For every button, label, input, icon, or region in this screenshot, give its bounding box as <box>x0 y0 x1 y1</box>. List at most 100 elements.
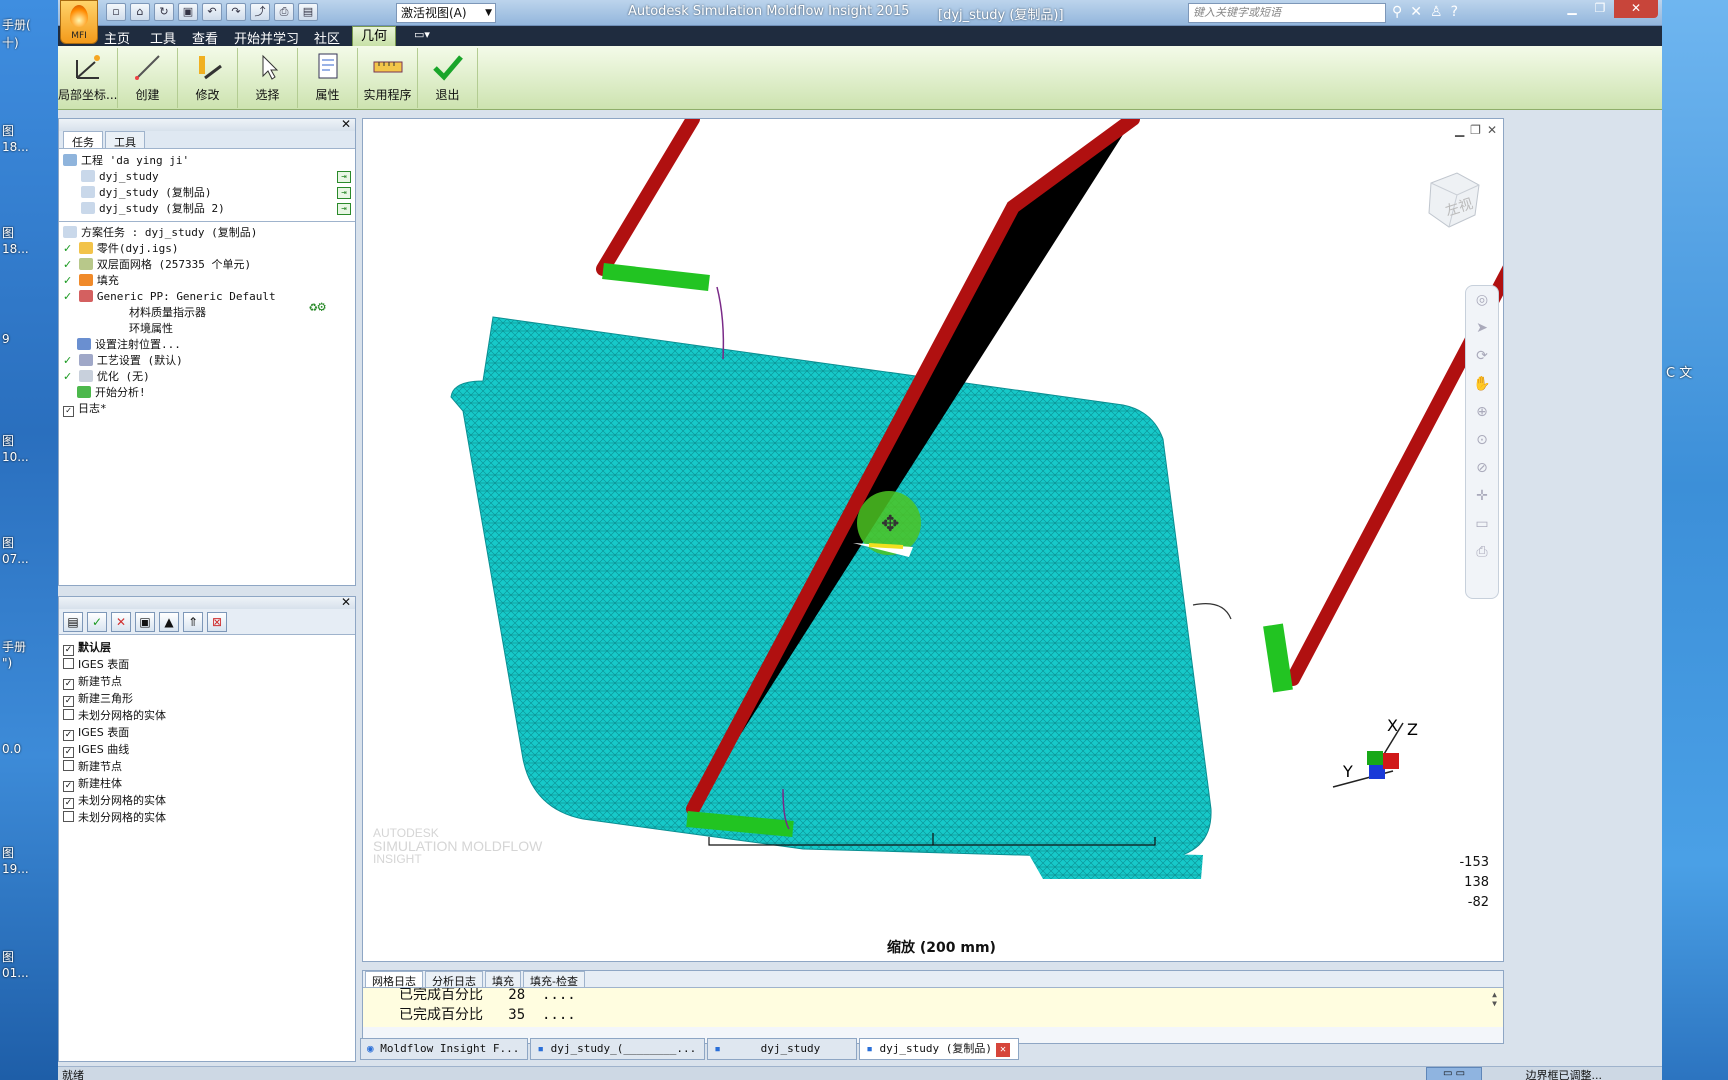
layer-row[interactable]: ✓ 新建节点 <box>59 673 355 690</box>
import-icon[interactable]: ↻ <box>154 3 174 21</box>
new-layer-icon[interactable]: ▤ <box>63 612 83 632</box>
task-item[interactable]: 设置注射位置... <box>77 337 181 353</box>
new-icon[interactable]: ▫ <box>106 3 126 21</box>
undo-icon[interactable]: ↶ <box>202 3 222 21</box>
save-icon[interactable]: ▣ <box>178 3 198 21</box>
close-icon[interactable]: ✕ <box>341 595 351 609</box>
user-icon[interactable]: ♙ <box>1430 4 1443 20</box>
pan-hand-icon[interactable]: ✋ <box>1466 370 1498 398</box>
layer-row[interactable]: ✓ 新建三角形 <box>59 690 355 707</box>
minimize-button[interactable]: ▁ <box>1558 0 1586 18</box>
task-item[interactable]: 材料质量指示器 <box>129 305 206 321</box>
task-item[interactable]: ✓ 双层面网格 (257335 个单元) <box>63 257 251 273</box>
minimize-icon[interactable]: ▁ <box>1455 123 1464 137</box>
open-icon[interactable]: ⌂ <box>130 3 150 21</box>
task-item[interactable]: ✓ 优化 (无) <box>63 369 150 385</box>
log-scrollbar[interactable]: ▲ ▼ <box>1492 990 1497 1008</box>
doc-tab-active[interactable]: ▪ dyj_study (复制品) ✕ <box>859 1038 1020 1060</box>
task-item[interactable]: 环境属性 <box>129 321 173 337</box>
close-button[interactable]: ✕ <box>1614 0 1658 18</box>
status-button[interactable]: ▭ ▭ <box>1426 1067 1482 1080</box>
layer-row[interactable]: ✓ IGES 表面 <box>59 724 355 741</box>
layer-row[interactable]: ✓ 新建柱体 <box>59 775 355 792</box>
select-button[interactable]: 选择 <box>238 48 298 108</box>
runner[interactable] <box>596 119 700 276</box>
print-icon[interactable]: ⎙ <box>274 3 294 21</box>
layer-checkbox[interactable]: ✓ <box>63 696 74 707</box>
tab-tools[interactable]: 工具 <box>150 28 176 47</box>
activate-layer-icon[interactable]: ✓ <box>87 612 107 632</box>
layer-row[interactable]: 未划分网格的实体 <box>59 809 355 826</box>
restore-icon[interactable]: ❐ <box>1470 123 1481 137</box>
doc-tab[interactable]: ▪ dyj_study <box>707 1038 858 1060</box>
tab-home[interactable]: 主页 <box>104 28 130 47</box>
orbit-icon[interactable]: ⟳ <box>1466 342 1498 370</box>
tab-geometry[interactable]: 几何 <box>352 26 397 46</box>
log-checkbox[interactable]: ✓ <box>63 406 74 417</box>
tab-mesh-log[interactable]: 网格日志 <box>365 971 423 988</box>
ribbon-options-icon[interactable]: ▭▾ <box>414 28 430 41</box>
maximize-button[interactable]: ❐ <box>1586 0 1614 18</box>
task-item[interactable]: ✓ Generic PP: Generic Default <box>63 289 276 305</box>
doc-tab[interactable]: ◉ Moldflow Insight F... <box>360 1038 529 1060</box>
print-view-icon[interactable]: ⎙ <box>1466 538 1498 566</box>
close-tab-icon[interactable]: ✕ <box>996 1043 1011 1057</box>
close-icon[interactable]: ✕ <box>1487 123 1497 137</box>
tab-tools[interactable]: 工具 <box>105 131 145 149</box>
task-item[interactable]: ✓ 填充 <box>63 273 119 289</box>
exit-button[interactable]: 退出 <box>418 48 478 108</box>
window-icon[interactable]: ▤ <box>298 3 318 21</box>
layer-checkbox[interactable] <box>63 811 74 822</box>
layer-checkbox[interactable]: ✓ <box>63 798 74 809</box>
layer-checkbox[interactable]: ✓ <box>63 679 74 690</box>
open-study-icon[interactable]: ⇥ <box>337 203 351 215</box>
layer-checkbox[interactable]: ✓ <box>63 747 74 758</box>
active-view-dropdown[interactable]: 激活视图(A) ▼ <box>396 3 496 23</box>
expand-layer-icon[interactable]: ▣ <box>135 612 155 632</box>
doc-tab[interactable]: ▪ dyj_study_(________... <box>530 1038 706 1060</box>
help-icon[interactable]: ? <box>1451 4 1458 20</box>
layer-row[interactable]: IGES 表面 <box>59 656 355 673</box>
layer-row[interactable]: 新建节点 <box>59 758 355 775</box>
zoom-in-icon[interactable]: ⊕ <box>1466 398 1498 426</box>
model-viewport[interactable]: ✥ X Z Y ▁ ❐ ✕ 左视 ◎ ➤ ⟳ ✋ ⊕ ⊙ ⊘ ✛ ▭ ⎙ AUT… <box>362 118 1504 962</box>
cooling-segment[interactable] <box>1263 623 1293 693</box>
close-icon[interactable]: ✕ <box>341 117 351 131</box>
select-icon[interactable]: ⤴ <box>250 3 270 21</box>
clear-layer-icon[interactable]: ⊠ <box>207 612 227 632</box>
redo-icon[interactable]: ↷ <box>226 3 246 21</box>
measure-icon[interactable]: ▭ <box>1466 510 1498 538</box>
layer-display-icon[interactable]: ⇑ <box>183 612 203 632</box>
layer-checkbox[interactable]: ✓ <box>63 645 74 656</box>
layer-row[interactable]: ✓ 未划分网格的实体 <box>59 792 355 809</box>
tab-getting-started[interactable]: 开始并学习 <box>234 28 299 47</box>
create-button[interactable]: 创建 <box>118 48 178 108</box>
layer-checkbox[interactable] <box>63 658 74 669</box>
steering-wheel-icon[interactable]: ◎ <box>1466 286 1498 314</box>
center-icon[interactable]: ✛ <box>1466 482 1498 510</box>
local-coordinate-button[interactable]: 局部坐标... <box>58 48 118 108</box>
study-item[interactable]: dyj_study <box>81 169 159 185</box>
tab-analysis-log[interactable]: 分析日志 <box>425 971 483 988</box>
study-item[interactable]: dyj_study (复制品) <box>81 185 211 201</box>
tab-fill[interactable]: 填充 <box>485 971 521 988</box>
assign-layer-icon[interactable]: ▲ <box>159 612 179 632</box>
layer-row[interactable]: ✓ 默认层 <box>59 639 355 656</box>
task-item[interactable]: ✓ 零件(dyj.igs) <box>63 241 178 257</box>
open-study-icon[interactable]: ⇥ <box>337 171 351 183</box>
start-analysis-item[interactable]: 开始分析! <box>77 385 146 401</box>
layer-checkbox[interactable] <box>63 709 74 720</box>
binoculars-icon[interactable]: ⚲ <box>1392 4 1402 20</box>
layer-row[interactable]: ✓ IGES 曲线 <box>59 741 355 758</box>
cooling-segment[interactable] <box>686 811 794 837</box>
task-item[interactable]: ✓ 工艺设置 (默认) <box>63 353 183 369</box>
delete-layer-icon[interactable]: ✕ <box>111 612 131 632</box>
layer-checkbox[interactable]: ✓ <box>63 781 74 792</box>
layer-checkbox[interactable] <box>63 760 74 771</box>
project-node[interactable]: 工程 'da ying ji' <box>63 153 189 169</box>
application-menu-button[interactable]: MFI <box>60 0 98 44</box>
layer-checkbox[interactable]: ✓ <box>63 730 74 741</box>
cooling-segment[interactable] <box>602 263 710 291</box>
zoom-window-icon[interactable]: ⊘ <box>1466 454 1498 482</box>
tab-community[interactable]: 社区 <box>314 28 340 47</box>
